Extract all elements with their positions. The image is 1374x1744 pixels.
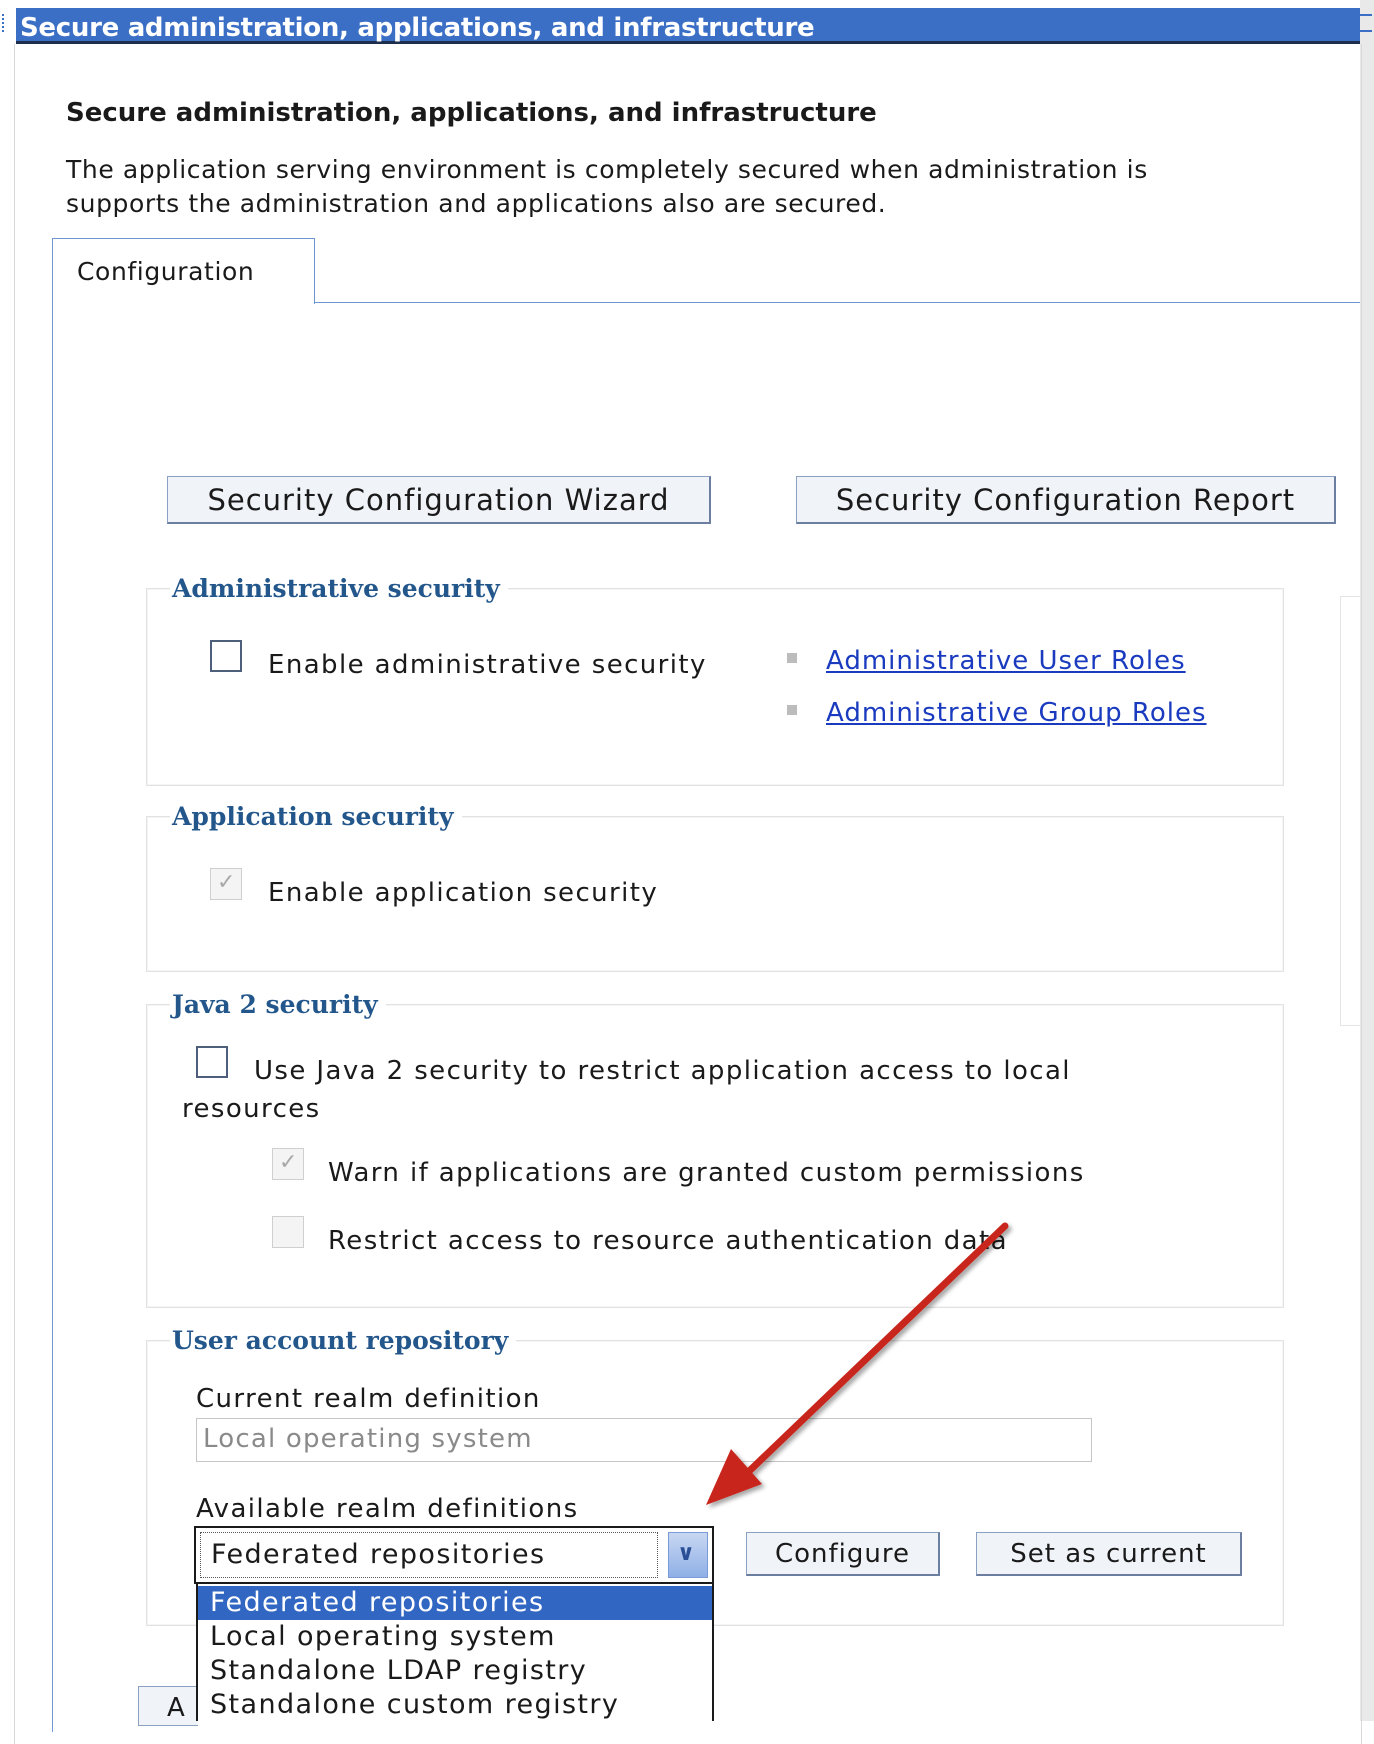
apply-button-partial[interactable]: A: [138, 1686, 198, 1726]
security-configuration-wizard-button[interactable]: Security Configuration Wizard: [167, 476, 711, 524]
application-security-legend: Application security: [170, 802, 462, 831]
available-realm-definitions-label: Available realm definitions: [196, 1494, 579, 1524]
window-title-bar: Secure administration, applications, and…: [16, 8, 1360, 44]
option-standalone-custom-registry[interactable]: Standalone custom registry: [198, 1688, 712, 1722]
administrative-security-group: [146, 588, 1284, 786]
java-2-security-legend: Java 2 security: [170, 990, 386, 1019]
use-java-2-security-label-continued: resources: [182, 1094, 321, 1124]
page-description-line-2: supports the administration and applicat…: [66, 189, 887, 218]
dropdown-button[interactable]: ∨: [668, 1532, 708, 1578]
tab-configuration-label: Configuration: [77, 257, 255, 286]
enable-administrative-security-checkbox[interactable]: [210, 640, 242, 672]
realm-options-list[interactable]: Federated repositories Local operating s…: [196, 1582, 714, 1721]
warn-custom-permissions-label: Warn if applications are granted custom …: [328, 1158, 1085, 1188]
apply-button-partial-label: A: [167, 1693, 186, 1723]
use-java-2-security-checkbox[interactable]: [196, 1046, 228, 1078]
restrict-resource-auth-label: Restrict access to resource authenticati…: [328, 1226, 1008, 1256]
restrict-resource-auth-checkbox[interactable]: [272, 1216, 304, 1248]
checkmark-icon: ✓: [279, 1150, 298, 1175]
page-description-line-1: The application serving environment is c…: [66, 155, 1148, 184]
left-edge-marker: [2, 14, 7, 32]
square-bullet-icon: [787, 705, 797, 715]
square-bullet-icon: [787, 653, 797, 663]
administrative-user-roles-link[interactable]: Administrative User Roles: [826, 646, 1186, 676]
select-current-value: Federated repositories: [211, 1539, 546, 1570]
administrative-group-roles-link[interactable]: Administrative Group Roles: [826, 698, 1207, 728]
use-java-2-security-label: Use Java 2 security to restrict applicat…: [254, 1056, 1071, 1086]
tab-strip-line: [314, 302, 1360, 303]
enable-application-security-checkbox[interactable]: ✓: [210, 868, 242, 900]
configure-button[interactable]: Configure: [746, 1532, 940, 1576]
enable-application-security-label: Enable application security: [268, 878, 659, 908]
user-account-repository-legend: User account repository: [170, 1326, 517, 1355]
side-panel-edge: [1340, 596, 1360, 1026]
security-configuration-report-button[interactable]: Security Configuration Report: [796, 476, 1336, 524]
administrative-security-legend: Administrative security: [170, 574, 508, 603]
select-focus-ring: Federated repositories: [200, 1532, 658, 1578]
option-standalone-ldap-registry[interactable]: Standalone LDAP registry: [198, 1654, 712, 1688]
java-2-security-group: [146, 1004, 1284, 1308]
warn-custom-permissions-checkbox[interactable]: ✓: [272, 1148, 304, 1180]
current-realm-definition-field: Local operating system: [196, 1418, 1092, 1462]
enable-administrative-security-label: Enable administrative security: [268, 650, 707, 680]
set-as-current-button[interactable]: Set as current: [976, 1532, 1242, 1576]
right-edge-marker: [1360, 14, 1372, 32]
chevron-down-icon: ∨: [677, 1541, 695, 1566]
option-federated-repositories[interactable]: Federated repositories: [198, 1586, 712, 1620]
checkmark-icon: ✓: [217, 870, 236, 895]
window-title: Secure administration, applications, and…: [20, 13, 815, 43]
page-title: Secure administration, applications, and…: [66, 98, 877, 128]
available-realm-definitions-select[interactable]: Federated repositories ∨: [194, 1526, 714, 1584]
right-edge-shadow: [1360, 0, 1374, 1721]
tab-configuration[interactable]: Configuration: [52, 238, 315, 304]
current-realm-definition-label: Current realm definition: [196, 1384, 541, 1414]
option-local-operating-system[interactable]: Local operating system: [198, 1620, 712, 1654]
